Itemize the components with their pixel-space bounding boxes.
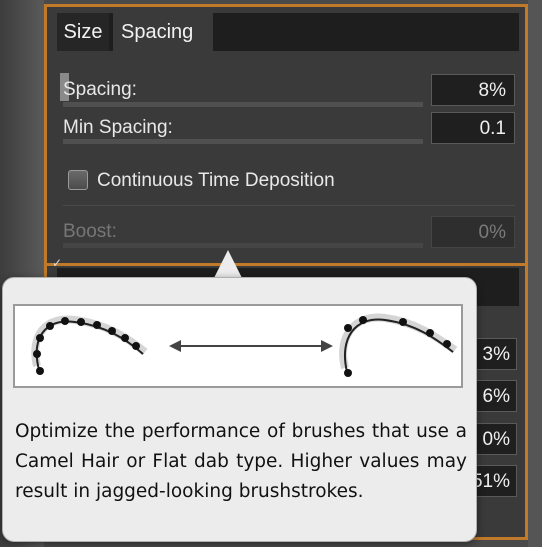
tooltip-text: Optimize the performance of brushes that… — [15, 421, 467, 502]
section-divider — [63, 205, 515, 206]
brush-settings-panel: Size Spacing Spacing: 8% Min Spacing: 0.… — [44, 4, 528, 266]
min-spacing-slider-track[interactable] — [63, 139, 423, 144]
background-right — [528, 0, 542, 547]
continuous-time-deposition-label: Continuous Time Deposition — [97, 170, 335, 191]
boost-label: Boost: — [63, 221, 117, 242]
tab-bar: Size Spacing — [57, 13, 519, 51]
tab-spacing[interactable]: Spacing — [113, 13, 213, 51]
continuous-time-deposition-checkbox[interactable] — [68, 170, 88, 190]
spacing-slider-track[interactable] — [63, 102, 423, 107]
boost-value-field: 0% — [431, 216, 515, 248]
tab-size[interactable]: Size — [57, 13, 109, 51]
tooltip: Optimize the performance of brushes that… — [2, 277, 477, 542]
spacing-label: Spacing: — [63, 79, 137, 100]
min-spacing-value-field[interactable]: 0.1 — [431, 112, 515, 144]
brushstroke-illustration — [13, 304, 463, 388]
spacing-value-field[interactable]: 8% — [431, 74, 515, 106]
tooltip-arrow — [214, 250, 242, 278]
min-spacing-label: Min Spacing: — [63, 117, 173, 138]
boost-slider-track — [63, 243, 423, 248]
brushstroke-comparison-image — [31, 313, 458, 377]
